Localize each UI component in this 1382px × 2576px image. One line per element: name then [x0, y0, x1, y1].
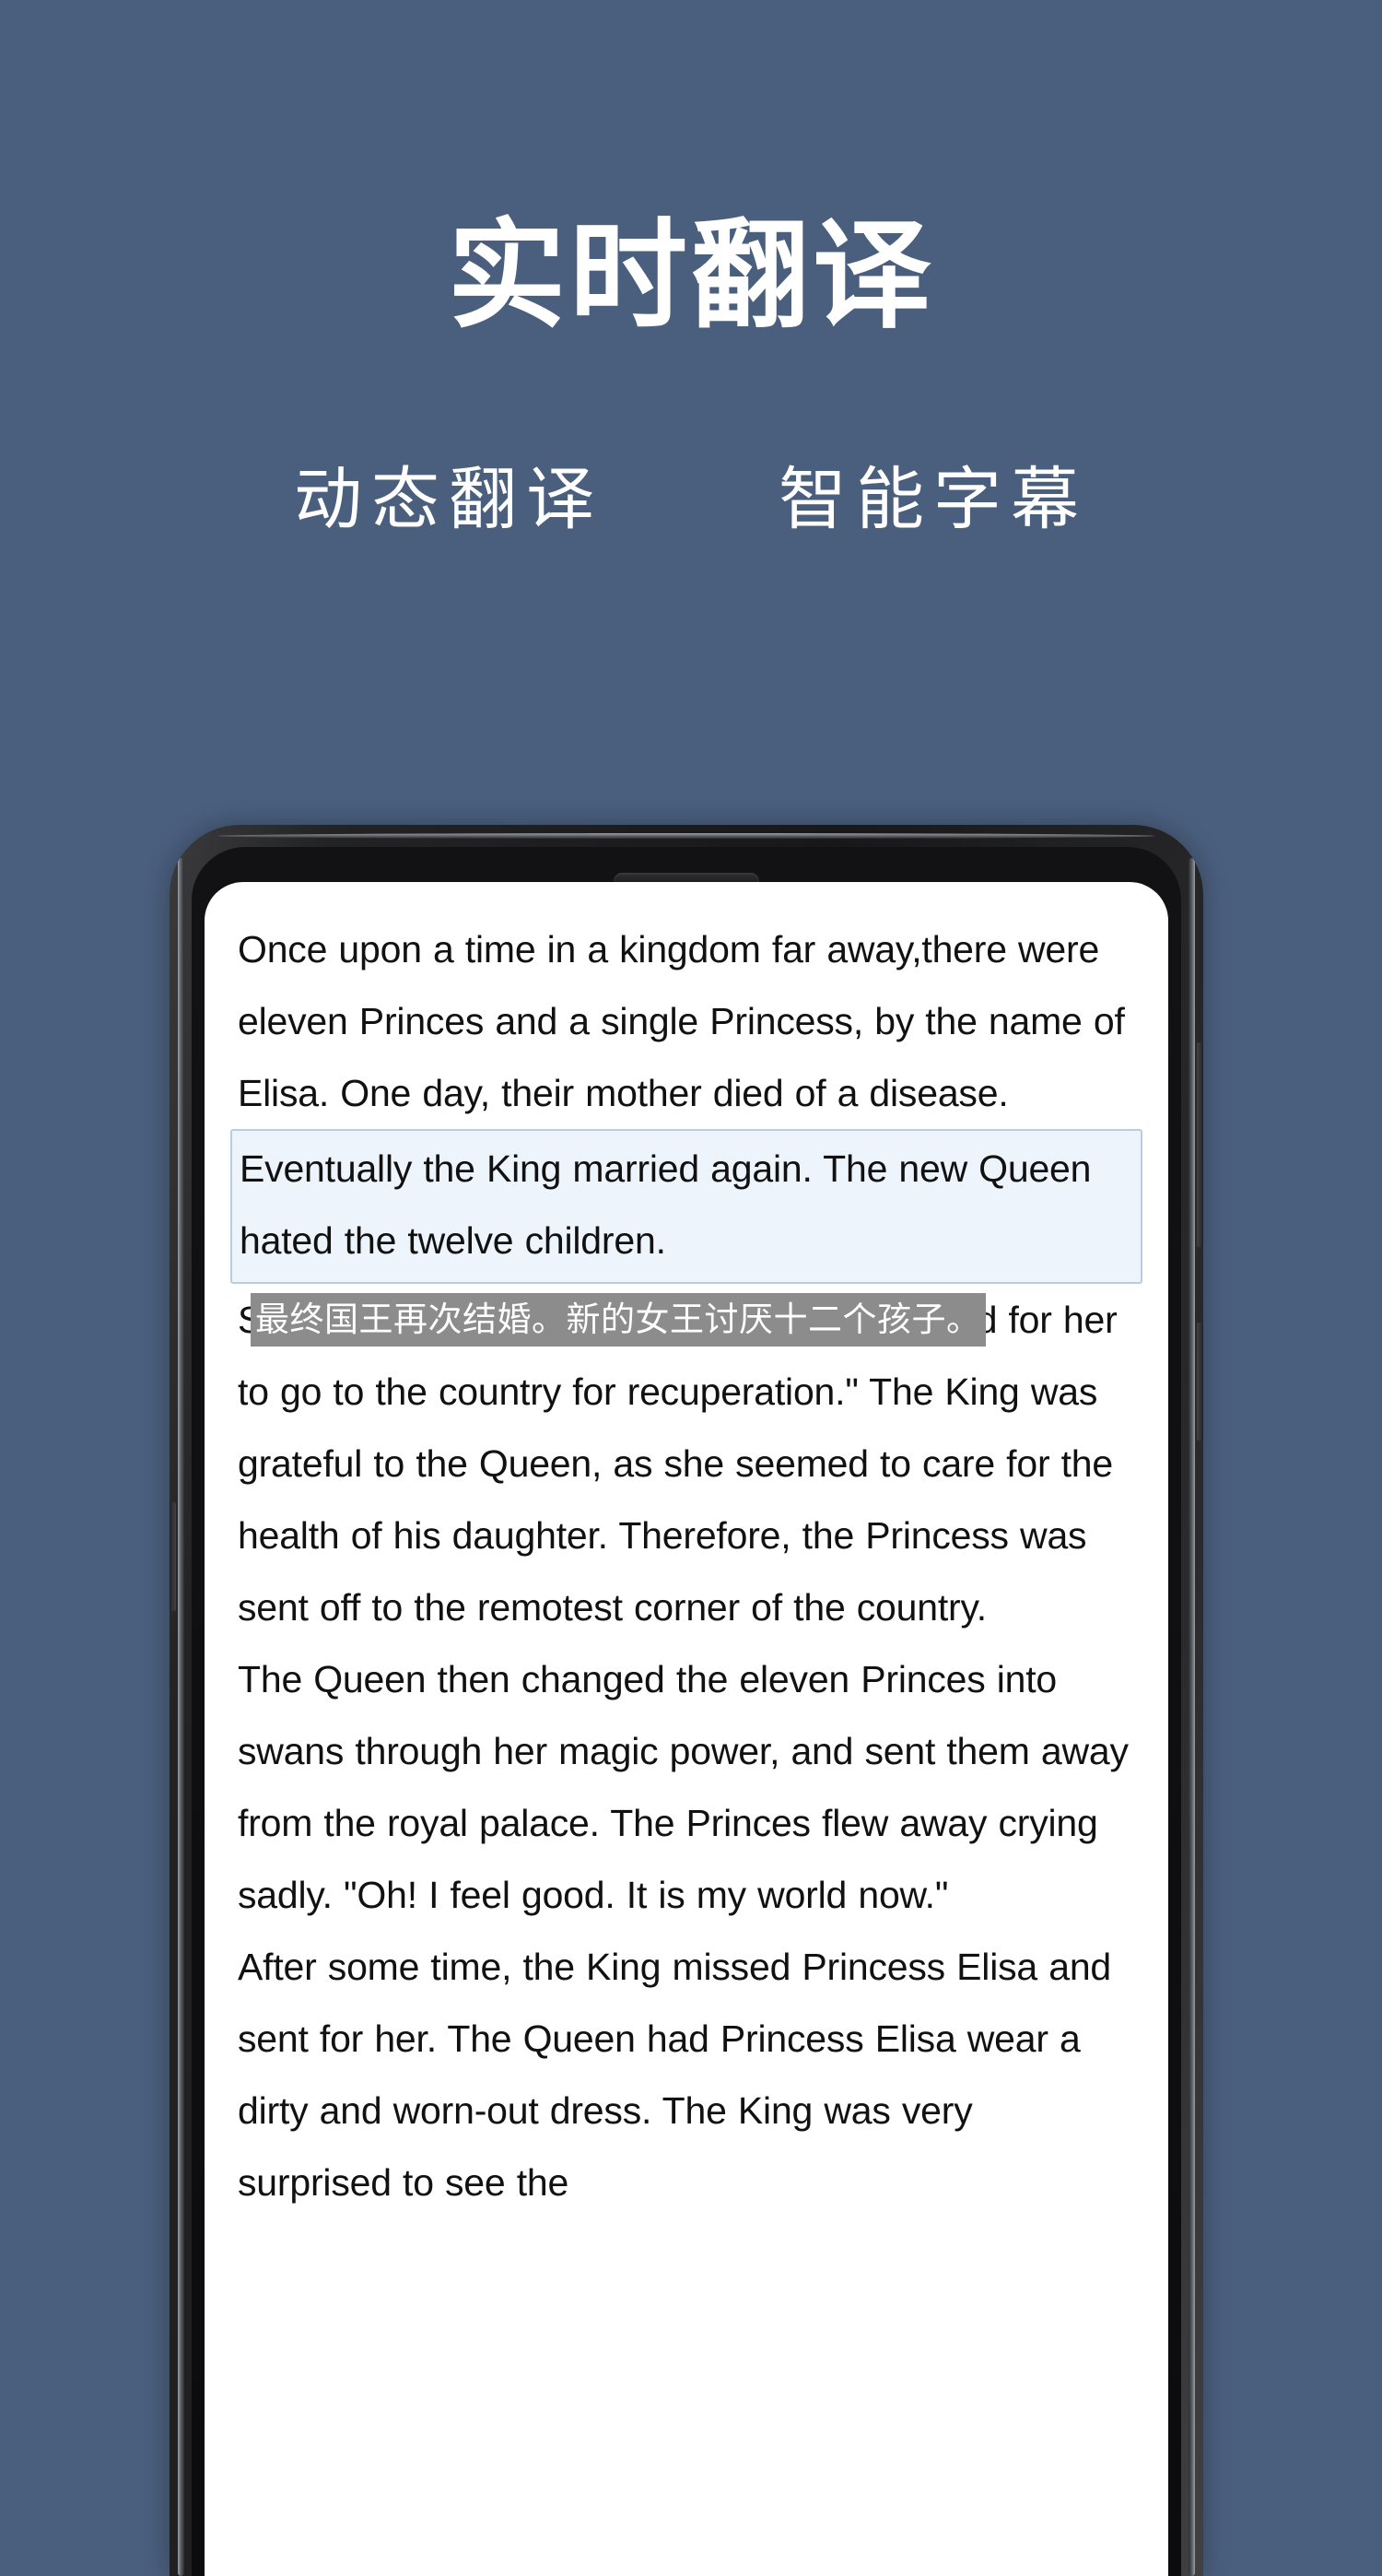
translation-tooltip: 最终国王再次结婚。新的女王讨厌十二个孩子。: [251, 1293, 986, 1347]
volume-button-left[interactable]: [170, 1502, 176, 1611]
feature-subtitle-row: 动态翻译 智能字幕: [0, 466, 1382, 535]
reader-paragraph[interactable]: The Queen then changed the eleven Prince…: [238, 1643, 1135, 1931]
volume-button-right[interactable]: [1197, 1323, 1203, 1441]
reader-content[interactable]: Once upon a time in a kingdom far away,t…: [205, 882, 1168, 2576]
phone-rim-left: [178, 858, 184, 2576]
phone-rim-top: [217, 833, 1155, 839]
phone-frame: Once upon a time in a kingdom far away,t…: [170, 825, 1203, 2576]
reader-paragraph[interactable]: Once upon a time in a kingdom far away,t…: [238, 913, 1135, 1129]
feature-subtitle-smart-subtitles: 智能字幕: [779, 463, 1088, 538]
power-button-right[interactable]: [1197, 1042, 1203, 1247]
phone-screen: Once upon a time in a kingdom far away,t…: [205, 882, 1168, 2576]
feature-subtitle-dynamic-translation: 动态翻译: [294, 463, 603, 538]
page-title: 实时翻译: [447, 210, 934, 342]
phone-rim-right: [1189, 858, 1195, 2576]
reader-paragraph-highlighted[interactable]: Eventually the King married again. The n…: [230, 1129, 1142, 1284]
reader-paragraph[interactable]: After some time, the King missed Princes…: [238, 1931, 1135, 2218]
smartphone-mockup: Once upon a time in a kingdom far away,t…: [170, 825, 1203, 2576]
